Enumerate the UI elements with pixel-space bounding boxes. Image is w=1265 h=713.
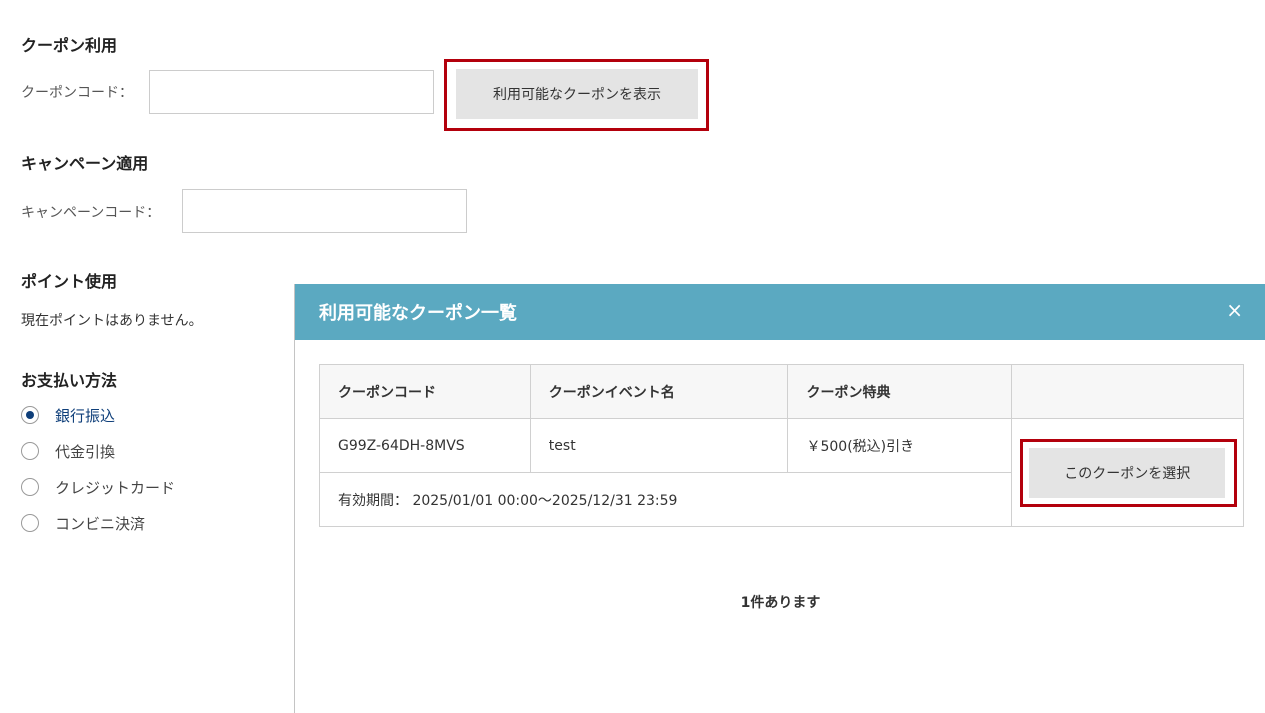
payment-options: 銀行振込 代金引換 クレジットカード コンビニ決済 <box>21 402 175 536</box>
coupon-code-label: クーポンコード： <box>21 85 133 101</box>
coupon-list-modal: 利用可能なクーポン一覧 × クーポンコード クーポンイベント名 クーポン特典 G… <box>294 284 1265 713</box>
column-header-code: クーポンコード <box>319 364 531 419</box>
payment-option-cod[interactable]: 代金引換 <box>21 438 175 464</box>
radio-icon[interactable] <box>21 514 39 532</box>
coupon-table: クーポンコード クーポンイベント名 クーポン特典 G99Z-64DH-8MVS … <box>318 364 1244 527</box>
radio-selected-icon[interactable] <box>21 406 39 424</box>
payment-option-label: コンビニ決済 <box>55 514 146 533</box>
campaign-code-input[interactable] <box>182 189 467 233</box>
coupon-count: 1件あります <box>740 595 821 611</box>
modal-title: 利用可能なクーポン一覧 <box>319 303 517 324</box>
payment-heading: お支払い方法 <box>21 371 118 390</box>
modal-header: 利用可能なクーポン一覧 × <box>295 284 1265 340</box>
coupon-code-input[interactable] <box>149 70 434 114</box>
column-header-benefit: クーポン特典 <box>787 364 1013 419</box>
campaign-heading: キャンペーン適用 <box>21 154 149 173</box>
payment-option-credit-card[interactable]: クレジットカード <box>21 474 175 500</box>
table-row: G99Z-64DH-8MVS test ￥500(税込)引き このクーポンを選択 <box>319 418 1244 527</box>
show-available-coupons-button[interactable]: 利用可能なクーポンを表示 <box>456 69 698 119</box>
points-heading: ポイント使用 <box>21 272 118 291</box>
coupon-heading: クーポン利用 <box>21 36 118 55</box>
payment-option-bank-transfer[interactable]: 銀行振込 <box>21 402 175 428</box>
points-message: 現在ポイントはありません。 <box>21 313 203 329</box>
close-icon[interactable]: × <box>1226 298 1243 322</box>
payment-option-label: クレジットカード <box>55 478 176 497</box>
coupon-event-cell: test <box>529 418 789 473</box>
payment-option-convenience-store[interactable]: コンビニ決済 <box>21 510 175 536</box>
coupon-benefit-cell: ￥500(税込)引き <box>787 418 1013 473</box>
campaign-code-label: キャンペーンコード： <box>21 205 161 221</box>
radio-icon[interactable] <box>21 478 39 496</box>
coupon-code-cell: G99Z-64DH-8MVS <box>319 418 531 473</box>
radio-icon[interactable] <box>21 442 39 460</box>
column-header-action <box>1011 364 1244 419</box>
column-header-event: クーポンイベント名 <box>529 364 789 419</box>
table-header-row: クーポンコード クーポンイベント名 クーポン特典 <box>319 364 1244 419</box>
coupon-action-cell: このクーポンを選択 <box>1011 418 1244 527</box>
payment-option-label: 銀行振込 <box>55 406 116 425</box>
payment-option-label: 代金引換 <box>55 442 116 461</box>
select-coupon-button[interactable]: このクーポンを選択 <box>1029 448 1226 498</box>
coupon-validity-cell: 有効期間： 2025/01/01 00:00〜2025/12/31 23:59 <box>318 472 1013 527</box>
